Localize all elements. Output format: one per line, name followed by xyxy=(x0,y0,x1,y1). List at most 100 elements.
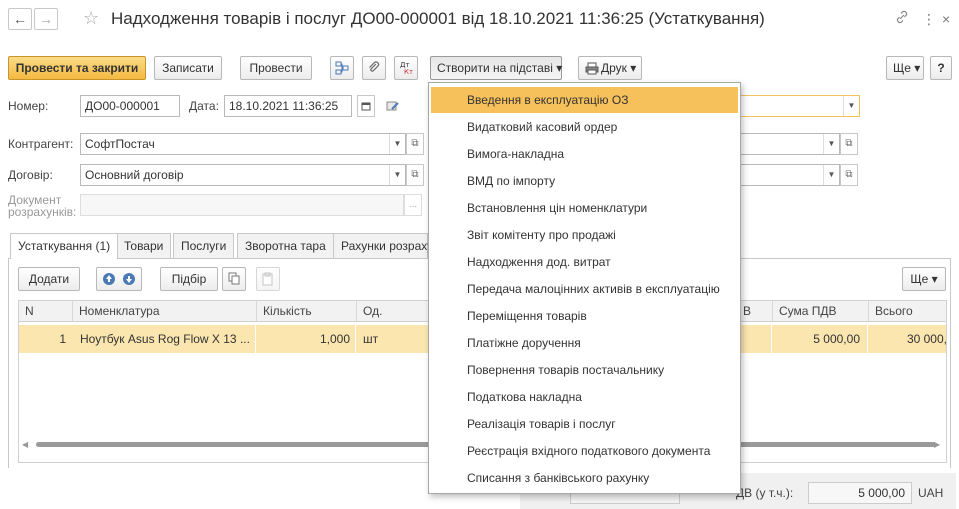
right-field-1-dropdown-icon[interactable]: ▼ xyxy=(823,134,839,154)
close-icon[interactable]: × xyxy=(942,9,950,29)
favorite-star-icon[interactable]: ☆ xyxy=(83,7,99,29)
row-vat-sum[interactable]: 5 000,00 xyxy=(772,325,860,353)
menu-item-tax-invoice[interactable]: Податкова накладна xyxy=(431,384,738,410)
forward-button[interactable]: → xyxy=(34,8,58,30)
scroll-right-icon[interactable]: ▶ xyxy=(934,440,940,449)
number-field[interactable]: ДО00-000001 xyxy=(80,95,180,117)
debit-credit-icon: ДтКт xyxy=(400,61,413,76)
create-based-on-menu: Введення в експлуатацію ОЗ Видатковий ка… xyxy=(428,82,741,494)
date-label: Дата: xyxy=(189,99,219,113)
row-unit[interactable]: шт xyxy=(363,325,423,353)
contractor-field[interactable]: СофтПостач ▼ xyxy=(80,133,406,155)
print-button[interactable]: Друк ▾ xyxy=(578,56,642,80)
more-actions-icon[interactable]: ⋮ xyxy=(922,9,936,29)
menu-item-bank-write-off[interactable]: Списання з банківського рахунку xyxy=(431,465,738,491)
menu-item-committent-sales-report[interactable]: Звіт комітенту про продажі xyxy=(431,222,738,248)
organization-dropdown-icon[interactable]: ▼ xyxy=(843,96,859,116)
contract-dropdown-icon[interactable]: ▼ xyxy=(389,165,405,185)
tab-goods[interactable]: Товари xyxy=(116,233,172,258)
footer-currency: UAH xyxy=(918,486,944,500)
contractor-value: СофтПостач xyxy=(85,137,155,151)
settlement-doc-label: Документ розрахунків: xyxy=(8,194,76,218)
more-button[interactable]: Ще ▾ xyxy=(886,56,924,80)
paste-icon xyxy=(262,272,273,286)
settlement-doc-label-line2: розрахунків: xyxy=(8,205,77,219)
tab-equipment[interactable]: Устаткування (1) xyxy=(10,233,119,259)
row-divider xyxy=(355,325,356,353)
contract-open-button[interactable]: ⧉ xyxy=(406,164,424,186)
right-field-2-dropdown-icon[interactable]: ▼ xyxy=(823,165,839,185)
col-n[interactable]: N xyxy=(19,301,73,321)
right-field-2[interactable]: ▼ xyxy=(740,164,840,186)
tab-returnable-packaging[interactable]: Зворотна тара xyxy=(237,233,334,258)
scroll-left-icon[interactable]: ◀ xyxy=(22,440,28,449)
menu-item-sales-goods-services[interactable]: Реалізація товарів і послуг xyxy=(431,411,738,437)
attach-button[interactable] xyxy=(362,56,386,80)
copy-row-button[interactable] xyxy=(222,267,246,291)
print-label: Друк ▾ xyxy=(601,61,637,75)
contractor-dropdown-icon[interactable]: ▼ xyxy=(389,134,405,154)
window-title: Надходження товарів і послуг ДО00-000001… xyxy=(111,9,765,28)
tab-settlement-accounts[interactable]: Рахунки розраху xyxy=(333,233,433,258)
back-arrow-icon: ← xyxy=(13,11,27,27)
menu-item-return-to-supplier[interactable]: Повернення товарів постачальнику xyxy=(431,357,738,383)
grid-more-button[interactable]: Ще ▾ xyxy=(902,267,946,291)
menu-item-low-value-assets-transfer[interactable]: Передача малоцінних активів в експлуатац… xyxy=(431,276,738,302)
panel-border-left xyxy=(8,258,9,468)
menu-item-additional-expenses[interactable]: Надходження дод. витрат xyxy=(431,249,738,275)
dt-kt-button[interactable]: Дт Кт xyxy=(394,56,418,80)
add-row-button[interactable]: Додати xyxy=(18,267,80,291)
col-qty[interactable]: Кількість xyxy=(257,301,357,321)
calendar-icon xyxy=(361,102,371,111)
right-field-2-open-button[interactable]: ⧉ xyxy=(840,164,858,186)
number-label: Номер: xyxy=(8,99,49,113)
menu-item-incoming-tax-document[interactable]: Реєстрація вхідного податкового документ… xyxy=(431,438,738,464)
document-edit-icon-svg xyxy=(386,101,399,111)
footer-vat-label: ДВ (у т.ч.): xyxy=(736,486,794,500)
document-edit-icon[interactable] xyxy=(386,99,400,116)
structure-button[interactable] xyxy=(330,56,354,80)
contractor-open-button[interactable]: ⧉ xyxy=(406,133,424,155)
structure-icon xyxy=(335,61,349,75)
calendar-button[interactable] xyxy=(357,95,375,117)
col-item[interactable]: Номенклатура xyxy=(73,301,257,321)
row-item[interactable]: Ноутбук Asus Rog Flow X 13 ... xyxy=(80,325,250,353)
row-total[interactable]: 30 000, xyxy=(868,325,947,353)
menu-item-goods-transfer[interactable]: Переміщення товарів xyxy=(431,303,738,329)
tab-services[interactable]: Послуги xyxy=(173,233,235,258)
paste-row-button xyxy=(256,267,280,291)
link-icon[interactable] xyxy=(895,9,909,29)
organization-field[interactable]: ▼ xyxy=(740,95,860,117)
paperclip-icon xyxy=(369,61,380,72)
right-field-1[interactable]: ▼ xyxy=(740,133,840,155)
contract-label: Договір: xyxy=(8,168,53,182)
contract-field[interactable]: Основний договір ▼ xyxy=(80,164,406,186)
contractor-label: Контрагент: xyxy=(8,137,74,151)
col-vat-sum[interactable]: Сума ПДВ xyxy=(773,301,869,321)
col-total[interactable]: Всього xyxy=(869,301,948,321)
printer-icon xyxy=(585,62,599,75)
post-and-close-button[interactable]: Провести та закрити xyxy=(8,56,146,80)
menu-item-asset-commissioning[interactable]: Введення в експлуатацію ОЗ xyxy=(431,87,738,113)
col-vat-rate[interactable]: В xyxy=(737,301,773,321)
forward-arrow-icon: → xyxy=(39,11,53,27)
menu-item-import-customs-declaration[interactable]: ВМД по імпорту xyxy=(431,168,738,194)
svg-text:Кт: Кт xyxy=(404,68,413,76)
row-qty[interactable]: 1,000 xyxy=(256,325,350,353)
create-based-on-button[interactable]: Створити на підставі ▾ xyxy=(430,56,562,80)
menu-item-set-prices[interactable]: Встановлення цін номенклатури xyxy=(431,195,738,221)
menu-item-payment-order[interactable]: Платіжне доручення xyxy=(431,330,738,356)
post-button[interactable]: Провести xyxy=(240,56,312,80)
save-button[interactable]: Записати xyxy=(154,56,222,80)
menu-item-requisition[interactable]: Вимога-накладна xyxy=(431,141,738,167)
pick-button[interactable]: Підбір xyxy=(160,267,218,291)
settlement-doc-select-button: ... xyxy=(404,194,422,216)
date-field[interactable]: 18.10.2021 11:36:25 xyxy=(224,95,352,117)
menu-item-cash-outflow-order[interactable]: Видатковий касовий ордер xyxy=(431,114,738,140)
back-button[interactable]: ← xyxy=(8,8,32,30)
help-button[interactable]: ? xyxy=(930,56,952,80)
contract-value: Основний договір xyxy=(85,168,184,182)
right-field-1-open-button[interactable]: ⧉ xyxy=(840,133,858,155)
copy-icon xyxy=(228,272,240,285)
move-row-buttons[interactable] xyxy=(96,267,142,291)
